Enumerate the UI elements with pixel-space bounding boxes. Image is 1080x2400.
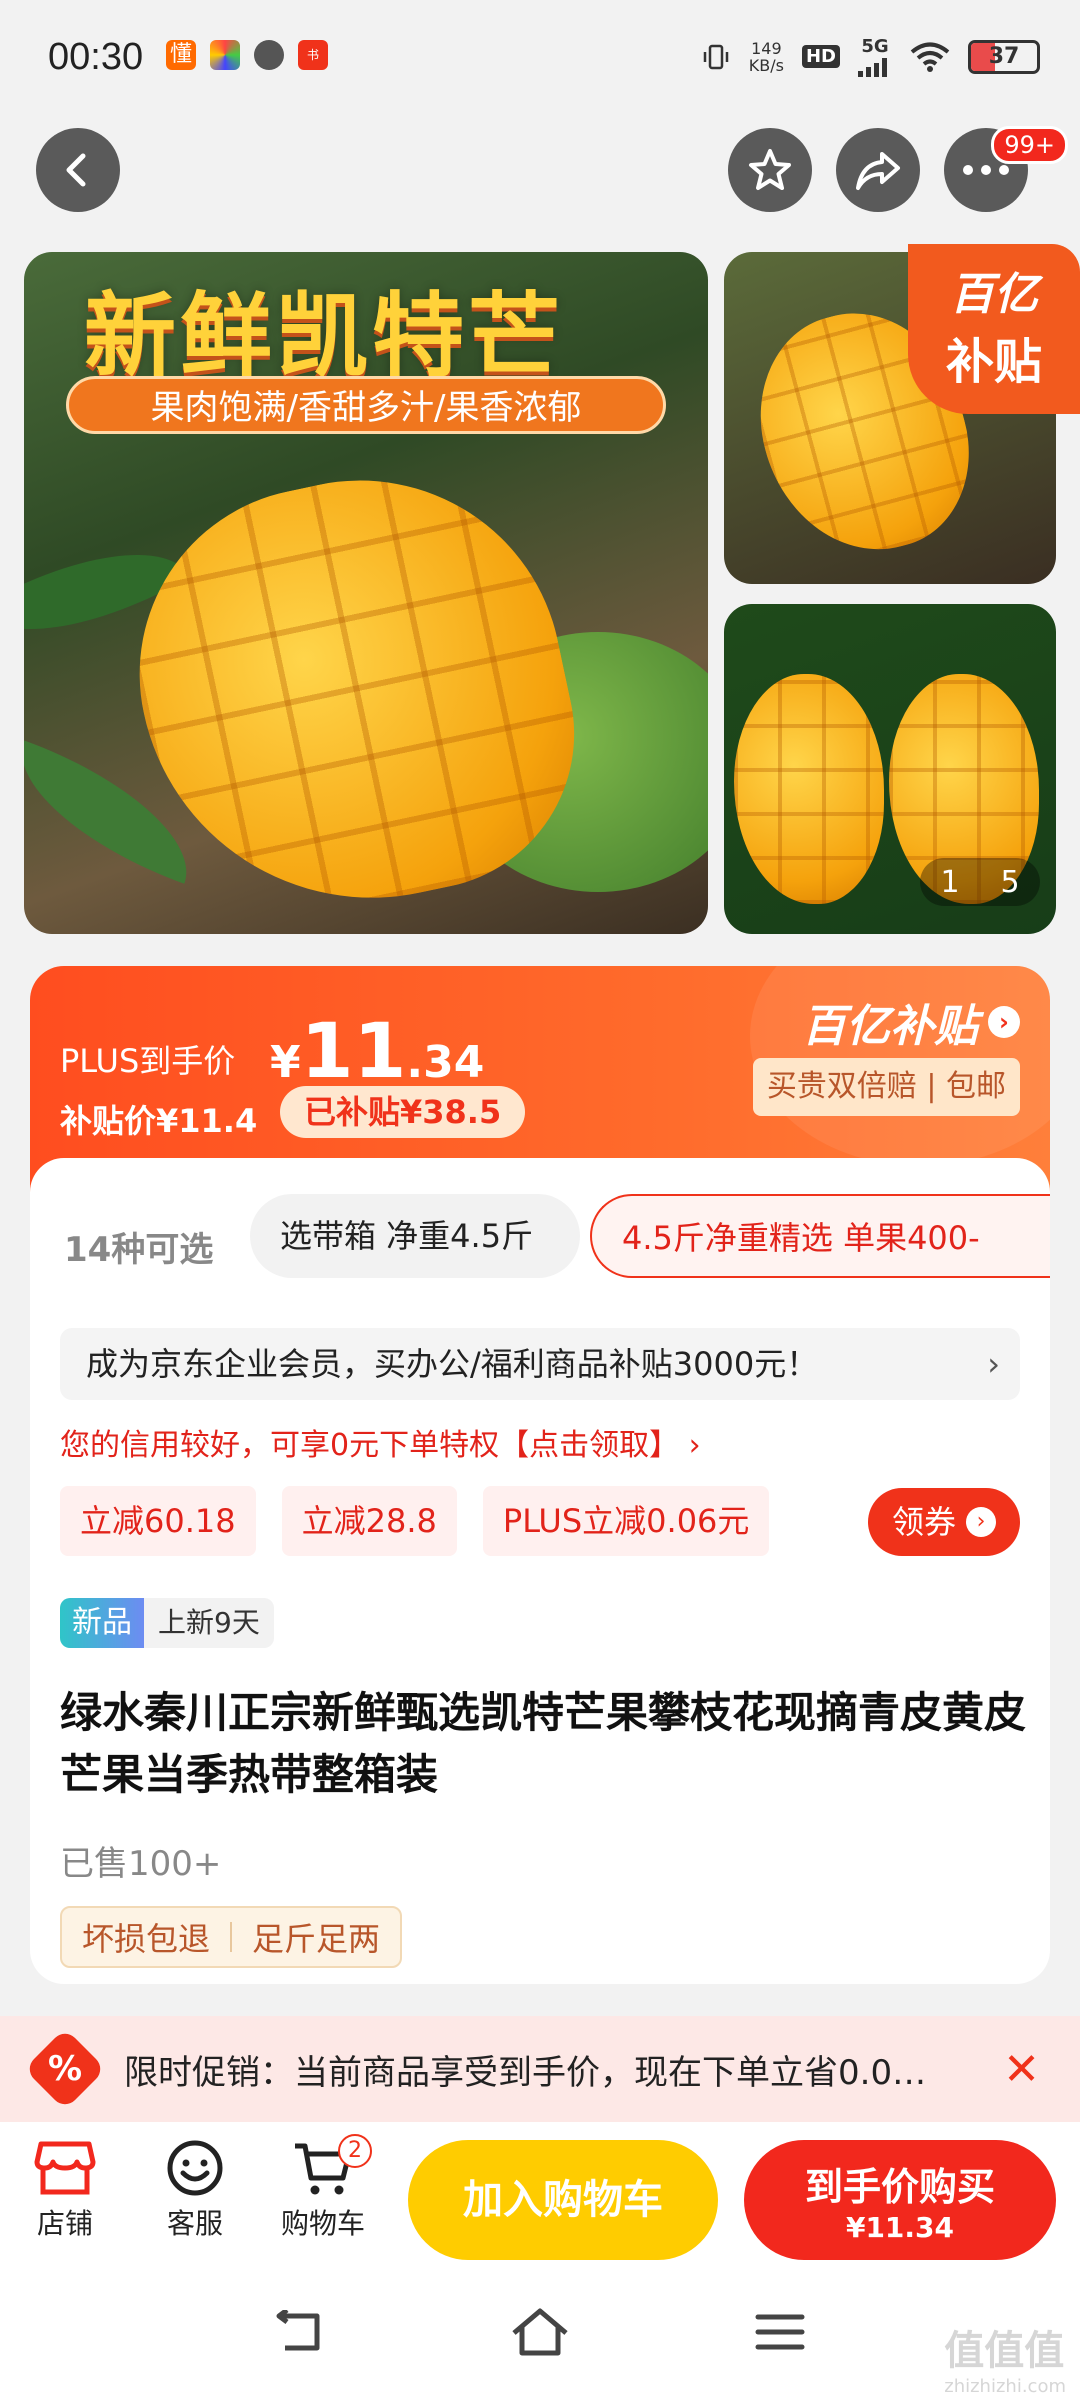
system-menu-button[interactable] bbox=[750, 2302, 810, 2362]
cart-count-badge: 2 bbox=[338, 2134, 372, 2168]
cart-button[interactable]: 2 购物车 bbox=[268, 2134, 378, 2242]
home-icon bbox=[512, 2308, 568, 2356]
share-icon bbox=[856, 152, 900, 190]
variants-count[interactable]: 14种可选 bbox=[64, 1222, 213, 1271]
app-icon: 懂 bbox=[166, 40, 196, 70]
status-time: 00:30 bbox=[48, 36, 144, 78]
service-tag: 足斤足两 bbox=[252, 1920, 381, 1958]
favorite-button[interactable] bbox=[728, 128, 812, 212]
network-speed: 149 KB/s bbox=[748, 38, 784, 75]
signal-icon: 5G bbox=[858, 36, 892, 77]
image-page-indicator: 15 bbox=[920, 858, 1040, 906]
promo-banner-text: 限时促销：当前商品享受到手价，现在下单立省0.0… bbox=[124, 2052, 927, 2093]
menu-icon bbox=[755, 2314, 805, 2350]
subsidy-brand-link[interactable]: 百亿补贴 › bbox=[802, 990, 1020, 1054]
claim-coupon-button[interactable]: 领券 › bbox=[867, 1488, 1020, 1556]
subsidy-price: 补贴价¥11.4 bbox=[60, 1102, 258, 1140]
back-button[interactable] bbox=[36, 128, 120, 212]
variant-option[interactable]: 选带箱 净重4.5斤 bbox=[250, 1194, 580, 1278]
new-days-tag: 上新9天 bbox=[144, 1598, 274, 1648]
new-product-tags: 新品 上新9天 bbox=[60, 1598, 274, 1648]
wifi-icon bbox=[910, 42, 950, 72]
banner-subtitle: 果肉饱满/香甜多汁/果香浓郁 bbox=[66, 376, 666, 434]
service-tag: 坏损包退 bbox=[82, 1920, 211, 1958]
percent-icon: % bbox=[23, 2027, 107, 2111]
coupon-list: 立减60.18 立减28.8 PLUS立减0.06元 bbox=[60, 1486, 770, 1556]
status-bar: 00:30 懂 书 149 KB/s HD 5G 37 bbox=[0, 0, 1080, 120]
plus-price-label: PLUS到手价 bbox=[60, 1042, 236, 1080]
customer-service-button[interactable]: 客服 bbox=[140, 2134, 250, 2242]
subsidy-corner-badge: 百亿 补贴 bbox=[908, 244, 1080, 414]
buy-now-button[interactable]: 到手价购买 ¥11.34 bbox=[744, 2140, 1056, 2260]
coupon-tag[interactable]: PLUS立减0.06元 bbox=[482, 1486, 770, 1556]
more-dots-icon bbox=[963, 165, 1009, 175]
guarantee-tag: 买贵双倍赔 | 包邮 bbox=[752, 1058, 1020, 1116]
system-home-button[interactable] bbox=[510, 2302, 570, 2362]
variant-option-selected[interactable]: 4.5斤净重精选 单果400- bbox=[590, 1194, 1050, 1278]
back-arrow-icon bbox=[66, 153, 86, 187]
shop-button[interactable]: 店铺 bbox=[10, 2134, 120, 2242]
product-info-card: 14种可选 选带箱 净重4.5斤 4.5斤净重精选 单果400- 成为京东企业会… bbox=[30, 1158, 1050, 1984]
app-icon: 书 bbox=[298, 40, 328, 70]
star-icon bbox=[749, 149, 791, 190]
share-button[interactable] bbox=[836, 128, 920, 212]
product-title: 绿水秦川正宗新鲜甄选凯特芒果攀枝花现摘青皮黄皮芒果当季热带整箱装 bbox=[60, 1688, 1027, 1799]
app-icon bbox=[210, 40, 240, 70]
sold-count: 已售100+ bbox=[60, 1844, 222, 1884]
plus-price: ¥ 11 .34 bbox=[270, 1006, 485, 1095]
credit-privilege-link[interactable]: 您的信用较好，可享0元下单特权【点击领取】 › bbox=[60, 1420, 701, 1464]
limited-promo-banner[interactable]: % 限时促销：当前商品享受到手价，现在下单立省0.0… ✕ bbox=[0, 2016, 1080, 2122]
chevron-right-icon: › bbox=[966, 1507, 996, 1537]
system-navigation-bar bbox=[0, 2262, 1080, 2400]
chevron-right-icon: › bbox=[988, 1006, 1020, 1038]
add-to-cart-button[interactable]: 加入购物车 bbox=[408, 2140, 718, 2260]
chat-icon bbox=[254, 40, 284, 70]
coupon-tag[interactable]: 立减28.8 bbox=[281, 1486, 457, 1556]
system-back-icon bbox=[276, 2310, 320, 2351]
chevron-right-icon: › bbox=[987, 1345, 1000, 1383]
coupon-tag[interactable]: 立减60.18 bbox=[60, 1486, 256, 1556]
battery-icon: 37 bbox=[968, 39, 1040, 74]
system-back-button[interactable] bbox=[270, 2302, 330, 2362]
shop-icon bbox=[34, 2141, 96, 2195]
close-icon[interactable]: ✕ bbox=[1003, 2044, 1040, 2095]
bottom-action-bar: 店铺 客服 2 购物车 加入购物车 到手价购买 ¥11.34 bbox=[0, 2122, 1080, 2262]
main-product-image[interactable]: 新鲜凯特芒 果肉饱满/香甜多汁/果香浓郁 bbox=[24, 252, 708, 934]
watermark: 值值值 zhizhizhi.com bbox=[944, 2328, 1066, 2397]
message-badge: 99+ bbox=[991, 126, 1068, 164]
status-indicators: 149 KB/s HD 5G 37 bbox=[701, 36, 1040, 77]
status-app-icons: 懂 书 bbox=[166, 40, 328, 70]
new-tag: 新品 bbox=[60, 1598, 144, 1648]
cut-mango-image bbox=[734, 674, 884, 904]
service-tags[interactable]: 坏损包退 足斤足两 bbox=[60, 1906, 403, 1968]
subsidized-amount-pill: 已补贴¥38.5 bbox=[280, 1086, 526, 1138]
smiley-icon bbox=[167, 2140, 223, 2196]
vibrate-icon bbox=[703, 44, 729, 69]
enterprise-member-promo[interactable]: 成为京东企业会员，买办公/福利商品补贴3000元！ › bbox=[60, 1328, 1020, 1400]
hd-badge: HD bbox=[801, 45, 840, 68]
